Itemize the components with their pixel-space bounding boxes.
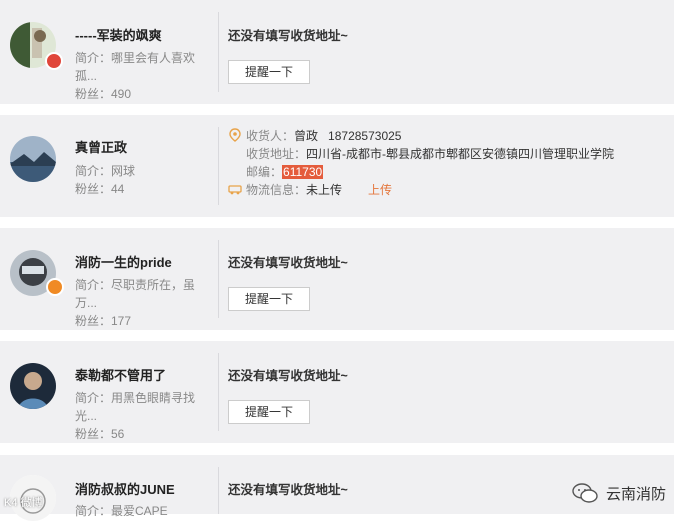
follower-card: -----军装的飒爽 简介：哪里会有人喜欢孤... 粉丝：490 还没有填写收货…	[0, 0, 674, 104]
follower-fans: 粉丝：56	[75, 425, 205, 443]
avatar[interactable]	[10, 136, 56, 182]
divider	[218, 353, 219, 431]
follower-card: 泰勒都不管用了 简介：用黑色眼睛寻找光... 粉丝：56 还没有填写收货地址~ …	[0, 341, 674, 443]
watermark-text: 云南消防	[606, 483, 666, 504]
receiver-line: 收货人：曾政 18728573025	[228, 127, 614, 145]
weibo-watermark: K4 微博	[4, 494, 43, 510]
follower-name[interactable]: 消防一生的pride	[75, 252, 172, 271]
wechat-icon	[572, 482, 598, 504]
address-panel: 还没有填写收货地址~ 提醒一下	[228, 365, 348, 424]
address-panel: 还没有填写收货地址~	[228, 479, 348, 498]
truck-icon	[228, 182, 242, 196]
remind-button[interactable]: 提醒一下	[228, 60, 310, 84]
receiver-phone: 18728573025	[328, 129, 401, 143]
address-label: 收货地址：	[246, 147, 306, 161]
logistics-line: 物流信息：未上传 上传	[228, 181, 614, 199]
wechat-watermark: 云南消防	[572, 482, 666, 504]
address-value: 四川省-成都市-郫县成都市郫都区安德镇四川管理职业学院	[306, 147, 614, 161]
verified-badge-icon	[45, 52, 63, 70]
remind-button[interactable]: 提醒一下	[228, 400, 310, 424]
avatar[interactable]	[10, 363, 56, 409]
follower-name[interactable]: 真曾正政	[75, 137, 127, 156]
address-panel: 还没有填写收货地址~ 提醒一下	[228, 252, 348, 311]
no-address-text: 还没有填写收货地址~	[228, 252, 348, 271]
follower-intro: 简介：网球	[75, 162, 205, 180]
follower-fans: 粉丝：44	[75, 180, 205, 198]
divider	[218, 467, 219, 514]
logistics-value: 未上传	[306, 183, 342, 197]
receiver-label: 收货人：	[246, 129, 294, 143]
address-panel: 收货人：曾政 18728573025 收货地址：四川省-成都市-郫县成都市郫都区…	[228, 127, 614, 199]
follower-fans: 粉丝：490	[75, 85, 205, 103]
remind-button[interactable]: 提醒一下	[228, 287, 310, 311]
follower-card: 真曾正政 简介：网球 粉丝：44 收货人：曾政 18728573025 收货地址…	[0, 115, 674, 217]
address-line: 收货地址：四川省-成都市-郫县成都市郫都区安德镇四川管理职业学院	[228, 145, 614, 163]
follower-intro: 简介：最爱CAPE	[75, 502, 205, 520]
follower-name[interactable]: 泰勒都不管用了	[75, 365, 166, 384]
divider	[218, 240, 219, 318]
no-address-text: 还没有填写收货地址~	[228, 25, 348, 44]
follower-card: 消防一生的pride 简介：尽职责所在，虽万... 粉丝：177 还没有填写收货…	[0, 228, 674, 330]
no-address-text: 还没有填写收货地址~	[228, 479, 348, 498]
postcode-value: 611730	[282, 165, 323, 179]
follower-intro: 简介：尽职责所在，虽万...	[75, 276, 205, 312]
logistics-label: 物流信息：	[246, 183, 306, 197]
divider	[218, 127, 219, 205]
postcode-label: 邮编：	[246, 165, 282, 179]
address-panel: 还没有填写收货地址~ 提醒一下	[228, 25, 348, 84]
no-address-text: 还没有填写收货地址~	[228, 365, 348, 384]
receiver-name: 曾政	[294, 129, 318, 143]
follower-intro: 简介：用黑色眼睛寻找光...	[75, 389, 205, 425]
follower-intro: 简介：哪里会有人喜欢孤...	[75, 49, 205, 85]
divider	[218, 12, 219, 92]
follower-name[interactable]: -----军装的飒爽	[75, 25, 162, 44]
follower-name[interactable]: 消防叔叔的JUNE	[75, 479, 175, 498]
follower-fans: 粉丝：177	[75, 312, 205, 330]
vip-badge-icon	[46, 278, 64, 296]
upload-link[interactable]: 上传	[368, 183, 392, 197]
postcode-line: 邮编：611730	[228, 163, 614, 181]
location-pin-icon	[228, 128, 242, 142]
